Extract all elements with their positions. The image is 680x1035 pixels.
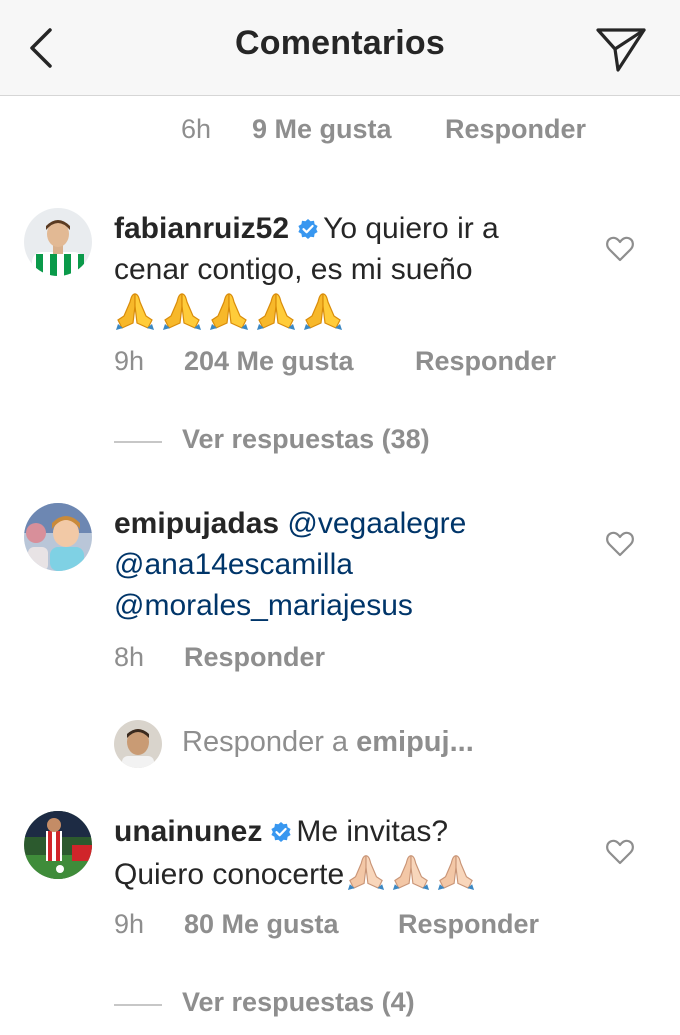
- comment-meta: 9h 80 Me gusta Responder: [0, 909, 680, 943]
- folded-hands-emoji-row: [346, 852, 481, 901]
- reply-button[interactable]: Responder: [415, 346, 556, 377]
- comment-text-line: Quiero conocerte: [114, 858, 345, 891]
- verified-badge-icon: [298, 219, 318, 239]
- divider: [114, 441, 162, 443]
- top-bar: Comentarios: [0, 0, 680, 96]
- comment-meta: 9h 204 Me gusta Responder: [0, 346, 680, 380]
- mention-link[interactable]: @vegaalegre: [287, 507, 466, 540]
- view-replies-label[interactable]: Ver respuestas (4): [182, 987, 415, 1018]
- heart-icon[interactable]: [606, 531, 634, 557]
- page-title: Comentarios: [234, 24, 446, 62]
- view-replies-button[interactable]: Ver respuestas (38): [114, 424, 534, 460]
- comment-meta-previous: 6h 9 Me gusta Responder: [0, 114, 680, 148]
- username[interactable]: unainunez: [114, 815, 262, 848]
- comment-time: 9h: [114, 346, 145, 376]
- folded-hands-icon: [116, 293, 154, 330]
- comment-body: fabianruiz52 Yo quiero ir a cenar contigo…: [114, 208, 584, 341]
- reply-button[interactable]: Responder: [398, 909, 539, 940]
- view-replies-label[interactable]: Ver respuestas (38): [182, 424, 430, 455]
- likes-count[interactable]: 80 Me gusta: [184, 909, 339, 940]
- likes-count[interactable]: 9 Me gusta: [252, 114, 392, 145]
- folded-hands-icon: [438, 855, 475, 890]
- avatar[interactable]: [24, 208, 92, 276]
- reply-input-row[interactable]: Responder a emipuj...: [114, 718, 654, 768]
- comment-body: emipujadas @vegaalegre @ana14escamilla @…: [114, 503, 584, 626]
- view-replies-button[interactable]: Ver respuestas (4): [114, 987, 534, 1023]
- comment-text-line: Me invitas?: [296, 815, 449, 848]
- reply-prefix: Responder a: [182, 726, 357, 758]
- folded-hands-icon: [257, 293, 295, 330]
- folded-hands-icon: [304, 293, 342, 330]
- verified-badge-icon: [271, 822, 291, 842]
- heart-icon[interactable]: [606, 236, 634, 262]
- comment-time: 9h: [114, 909, 145, 939]
- folded-hands-icon: [163, 293, 201, 330]
- avatar[interactable]: [24, 811, 92, 879]
- comment-time: 6h: [181, 114, 212, 144]
- comment-text-line: cenar contigo, es mi sueño: [114, 253, 473, 286]
- comment-text-line: Yo quiero ir a: [323, 212, 499, 245]
- username[interactable]: fabianruiz52: [114, 212, 289, 245]
- divider: [114, 1004, 162, 1006]
- current-user-avatar: [114, 720, 162, 768]
- avatar[interactable]: [24, 503, 92, 571]
- reply-target: emipuj...: [356, 726, 474, 758]
- username[interactable]: emipujadas: [114, 507, 279, 540]
- likes-count[interactable]: 204 Me gusta: [184, 346, 354, 377]
- folded-hands-icon: [348, 855, 385, 890]
- mention-link[interactable]: @ana14escamilla: [114, 548, 353, 581]
- mention-link[interactable]: @morales_mariajesus: [114, 589, 413, 622]
- reply-button[interactable]: Responder: [184, 642, 325, 673]
- comment-meta: 8h Responder: [0, 642, 680, 676]
- heart-icon[interactable]: [606, 839, 634, 865]
- folded-hands-icon: [393, 855, 430, 890]
- paper-plane-icon[interactable]: [594, 24, 648, 74]
- reply-input-placeholder[interactable]: Responder a emipuj...: [182, 726, 474, 759]
- comment-time: 8h: [114, 642, 145, 672]
- folded-hands-icon: [210, 293, 248, 330]
- folded-hands-emoji-row: [114, 290, 349, 341]
- comment-body: unainunez Me invitas? Quiero conocerte: [114, 811, 584, 901]
- reply-button[interactable]: Responder: [445, 114, 586, 145]
